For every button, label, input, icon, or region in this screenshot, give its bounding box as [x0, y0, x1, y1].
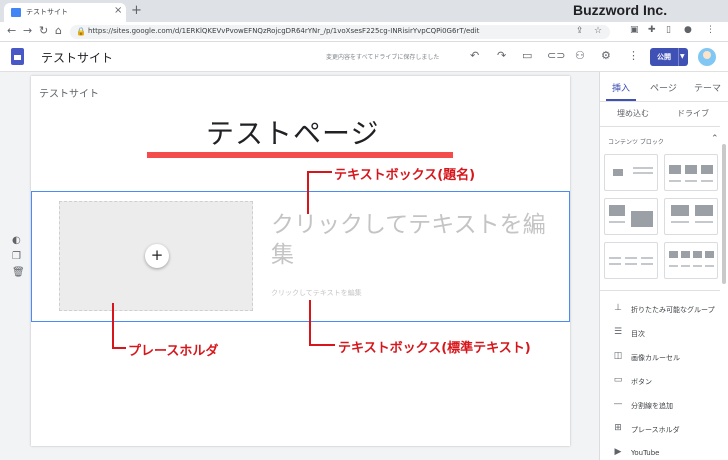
- layout-thumb[interactable]: [664, 198, 718, 235]
- list-item-label: 折りたたみ可能なグループ: [631, 306, 715, 314]
- lock-icon: 🔒: [76, 27, 86, 36]
- forward-icon[interactable]: →: [23, 24, 32, 37]
- button-icon: ▭: [613, 375, 623, 385]
- layout-thumb[interactable]: [604, 242, 658, 279]
- title-highlight-underline: [147, 152, 453, 158]
- sites-toolbar: テストサイト 変更内容をすべてドライブに保存しました ↶ ↷ ▭ ⊂⊃ ⚇ ⚙ …: [0, 42, 728, 72]
- youtube-icon: ▶: [614, 447, 622, 457]
- sites-favicon-icon: [11, 8, 21, 17]
- undo-icon[interactable]: ↶: [470, 49, 479, 62]
- link-icon[interactable]: ⊂⊃: [547, 49, 565, 62]
- annotation-placeholder: プレースホルダ: [128, 344, 219, 359]
- body-textbox[interactable]: クリックしてテキストを編集: [271, 288, 362, 298]
- star-icon[interactable]: ☆: [594, 26, 602, 36]
- publish-divider: [678, 48, 679, 66]
- list-item-label: プレースホルダ: [631, 426, 680, 434]
- divider-icon: —: [613, 399, 623, 409]
- home-icon[interactable]: ⌂: [55, 24, 62, 37]
- panel-scrollbar[interactable]: [722, 144, 726, 284]
- share-person-icon[interactable]: ⚇: [575, 49, 585, 62]
- list-item-label: ボタン: [631, 378, 652, 386]
- content-blocks-title: コンテンツ ブロック: [608, 139, 664, 146]
- add-icon[interactable]: +: [145, 244, 169, 268]
- tab-pages[interactable]: ページ: [650, 81, 677, 94]
- list-item-label: YouTube: [631, 449, 660, 457]
- annotation-line: [309, 344, 335, 346]
- list-item-label: 目次: [631, 330, 645, 338]
- collapsible-group-icon: ⊥: [614, 303, 622, 313]
- layout-thumb[interactable]: [664, 242, 718, 279]
- panel-divider: [600, 126, 720, 127]
- preview-icon[interactable]: ▭: [522, 49, 532, 62]
- chevron-down-icon[interactable]: ▼: [680, 53, 685, 60]
- browser-tab[interactable]: テストサイト ×: [4, 3, 126, 22]
- tab-themes[interactable]: テーマ: [694, 81, 721, 94]
- publish-label: 公開: [657, 53, 671, 61]
- page-title[interactable]: テストページ: [206, 112, 379, 152]
- site-name[interactable]: テストサイト: [41, 49, 113, 66]
- panel-divider: [600, 290, 720, 291]
- layout-thumb[interactable]: [664, 154, 718, 191]
- extension-icon[interactable]: ▣: [630, 25, 639, 35]
- chevron-up-icon[interactable]: ⌃: [711, 134, 719, 144]
- list-item-collapsible-group[interactable]: ⊥ 折りたたみ可能なグループ: [600, 299, 720, 321]
- layout-thumb[interactable]: [604, 198, 658, 235]
- heading-textbox[interactable]: クリックしてテキストを編集: [271, 210, 551, 270]
- list-item-label: 画像カルーセル: [631, 354, 680, 362]
- url-text: https://sites.google.com/d/1ERKlQKEVvPvo…: [88, 27, 480, 35]
- address-bar-row: ← → ↻ ⌂ 🔒 https://sites.google.com/d/1ER…: [0, 22, 728, 42]
- close-icon[interactable]: ×: [114, 5, 122, 16]
- share-icon[interactable]: ⇪: [576, 26, 584, 36]
- avatar[interactable]: [698, 48, 716, 66]
- annotation-line: [112, 347, 126, 349]
- list-item-placeholder[interactable]: ⊞ プレースホルダ: [600, 419, 720, 441]
- list-item-table-of-contents[interactable]: ☰ 目次: [600, 323, 720, 345]
- annotation-body-box: テキストボックス(標準テキスト): [338, 341, 531, 356]
- settings-icon[interactable]: ⚙: [601, 49, 611, 62]
- list-item-divider[interactable]: — 分割線を追加: [600, 395, 720, 417]
- autosave-status: 変更内容をすべてドライブに保存しました: [326, 54, 440, 61]
- list-item-button[interactable]: ▭ ボタン: [600, 371, 720, 393]
- brand-watermark: Buzzword Inc.: [573, 2, 668, 18]
- annotation-line: [112, 303, 114, 349]
- list-item-image-carousel[interactable]: ◫ 画像カルーセル: [600, 347, 720, 369]
- palette-icon[interactable]: ◐: [12, 235, 21, 246]
- annotation-line: [309, 300, 311, 346]
- tabs-divider: [600, 101, 728, 102]
- placeholder-icon: ⊞: [614, 423, 622, 433]
- duplicate-icon[interactable]: ❐: [12, 251, 21, 262]
- sidepanel-icon[interactable]: ▯: [666, 25, 671, 35]
- profile-icon[interactable]: ●: [684, 25, 692, 35]
- annotation-line: [307, 171, 309, 214]
- google-sites-logo-icon[interactable]: [11, 48, 24, 65]
- layout-thumb[interactable]: [604, 154, 658, 191]
- insert-embed[interactable]: 埋め込む: [617, 108, 649, 119]
- tab-title: テストサイト: [26, 8, 68, 16]
- browser-tab-strip: テストサイト × + Buzzword Inc.: [0, 0, 728, 22]
- annotation-line: [307, 171, 332, 173]
- new-tab-icon[interactable]: +: [131, 3, 142, 18]
- redo-icon[interactable]: ↷: [497, 49, 506, 62]
- annotation-title-box: テキストボックス(題名): [334, 168, 476, 183]
- chrome-menu-icon[interactable]: ⋮: [706, 25, 715, 35]
- url-field[interactable]: 🔒 https://sites.google.com/d/1ERKlQKEVvP…: [70, 25, 610, 39]
- delete-icon[interactable]: 🗑: [12, 267, 25, 278]
- list-item-label: 分割線を追加: [631, 402, 673, 410]
- list-item-youtube[interactable]: ▶ YouTube: [600, 443, 720, 460]
- table-of-contents-icon: ☰: [613, 327, 623, 337]
- publish-button[interactable]: 公開 ▼: [650, 48, 688, 66]
- insert-drive[interactable]: ドライブ: [677, 108, 709, 119]
- more-icon[interactable]: ⋮: [628, 49, 639, 62]
- image-carousel-icon: ◫: [613, 351, 623, 361]
- puzzle-icon[interactable]: ✚: [648, 25, 656, 35]
- reload-icon[interactable]: ↻: [39, 24, 48, 37]
- page-site-label[interactable]: テストサイト: [39, 85, 99, 100]
- back-icon[interactable]: ←: [7, 24, 16, 37]
- tab-insert[interactable]: 挿入: [612, 81, 630, 94]
